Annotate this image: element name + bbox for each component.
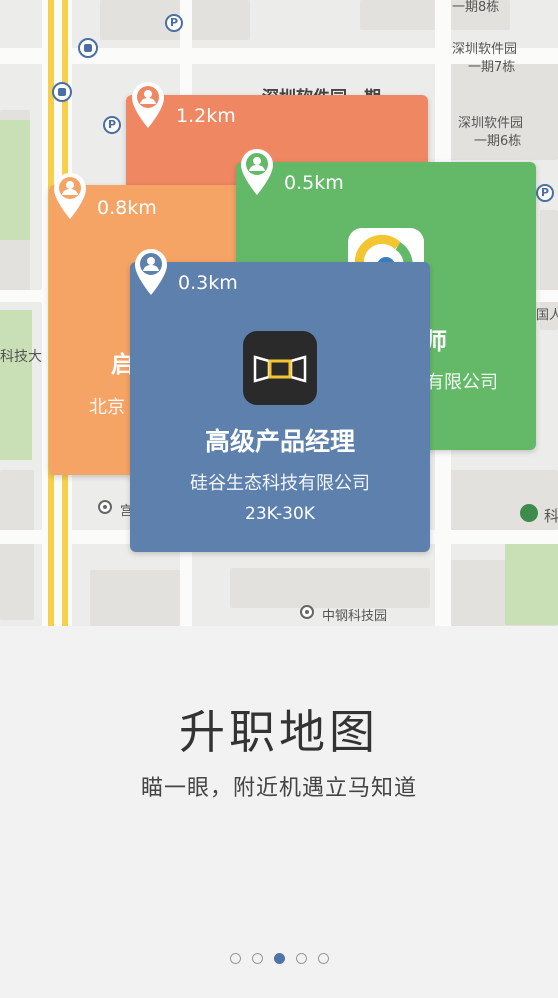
page-dot[interactable]	[251, 953, 263, 964]
job-card-4[interactable]: 0.3km 高级产品经理 硅谷生态科技有限公司 23K-30K	[130, 262, 430, 552]
company-name: 有限公司	[426, 372, 498, 393]
map-label: 科技大	[0, 349, 42, 365]
page-dot[interactable]	[295, 953, 307, 964]
distance-label: 1.2km	[176, 105, 236, 127]
parking-icon: P	[165, 14, 183, 32]
bus-stop-icon	[78, 38, 98, 58]
page-dot[interactable]	[229, 953, 241, 964]
map-label: 深圳软件园	[452, 42, 518, 57]
feature-subtitle: 瞄一眼，附近机遇立马知道	[140, 776, 417, 801]
bus-stop-icon	[52, 82, 72, 102]
job-title: 高级产品经理	[204, 427, 355, 456]
map-label: 一期7栋	[468, 60, 516, 75]
parking-icon: P	[536, 184, 554, 202]
company-logo-icon	[253, 355, 307, 383]
user-pin-icon	[132, 82, 164, 128]
company-name: 北京	[89, 397, 125, 418]
map-label: 深圳软件园	[458, 116, 524, 131]
park-icon	[520, 504, 538, 522]
map-label: 一期6栋	[474, 134, 522, 149]
company-logo	[243, 331, 317, 405]
poi-icon	[98, 500, 112, 514]
company-name: 硅谷生态科技有限公司	[190, 473, 370, 494]
salary-range: 23K-30K	[245, 504, 315, 524]
page-dot-active[interactable]	[273, 953, 285, 964]
parking-icon: P	[103, 116, 121, 134]
user-pin-icon	[54, 173, 86, 219]
map-label: 中钢科技园	[322, 609, 388, 624]
user-pin-icon	[241, 149, 273, 195]
feature-title: 升职地图	[179, 705, 379, 759]
user-pin-icon	[135, 249, 167, 295]
distance-label: 0.3km	[178, 272, 238, 294]
map-label: 科	[544, 507, 558, 525]
page-dot[interactable]	[317, 953, 329, 964]
map-label: 一期8栋	[452, 0, 500, 15]
distance-label: 0.8km	[97, 197, 157, 219]
distance-label: 0.5km	[284, 172, 344, 194]
poi-icon	[300, 605, 314, 619]
page-indicator	[0, 953, 558, 964]
map-label: 国人	[536, 308, 558, 323]
